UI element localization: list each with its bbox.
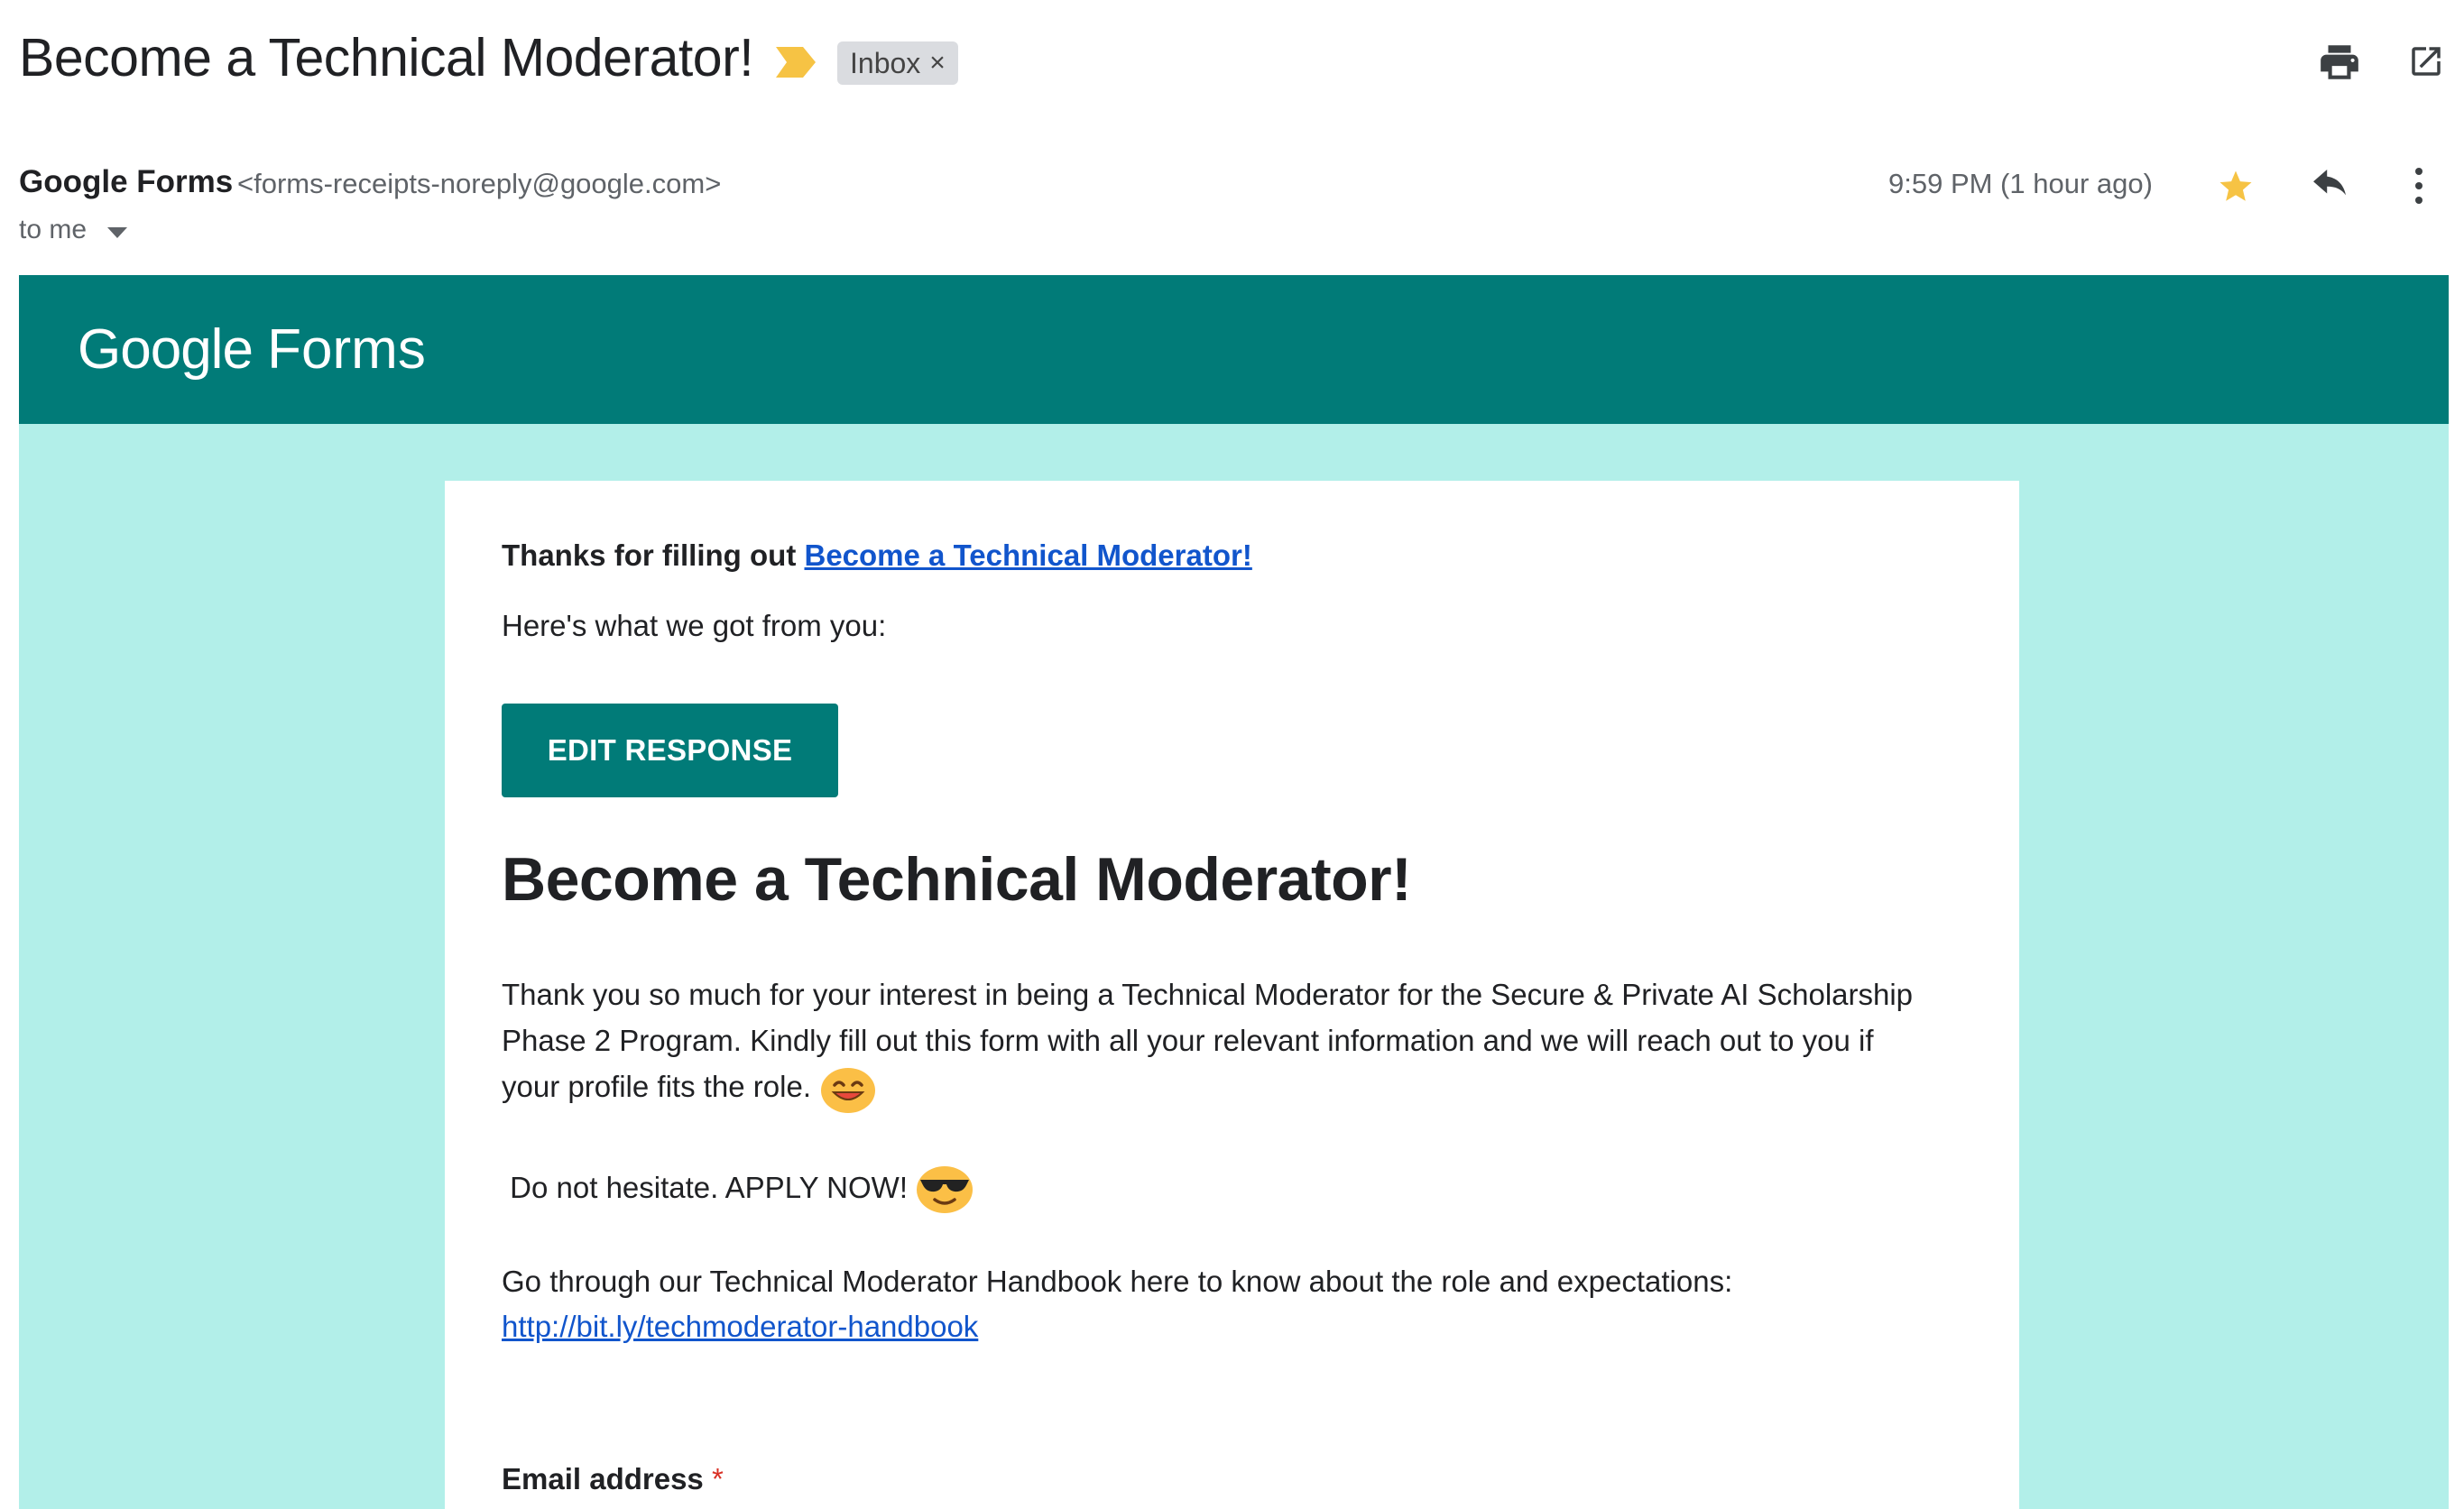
inbox-label-chip: Inbox × xyxy=(837,41,958,85)
remove-label-icon[interactable]: × xyxy=(929,50,946,77)
form-title-link[interactable]: Become a Technical Moderator! xyxy=(804,538,1251,572)
logo-google: Google xyxy=(78,318,254,381)
email-timestamp: 9:59 PM (1 hour ago) xyxy=(1888,168,2153,199)
email-subject: Become a Technical Moderator! xyxy=(19,28,754,87)
apply-text: Do not hesitate. APPLY NOW! xyxy=(502,1171,908,1204)
sender-email: <forms-receipts-noreply@google.com> xyxy=(237,168,722,199)
open-in-new-window-icon[interactable] xyxy=(2407,42,2445,80)
form-title: Become a Technical Moderator! xyxy=(502,845,1412,914)
recipient-details[interactable]: to me xyxy=(19,215,87,245)
thanks-prefix: Thanks for filling out xyxy=(502,538,805,572)
more-vertical-icon[interactable] xyxy=(2413,166,2425,206)
google-forms-logo: Google Forms xyxy=(78,317,426,382)
intro-text: Here's what we got from you: xyxy=(502,609,887,642)
thanks-line: Thanks for filling out Become a Technica… xyxy=(502,538,1252,573)
description-line: your profile fits the role. xyxy=(502,1070,811,1103)
email-address-question-label: Email address * xyxy=(502,1462,724,1496)
required-asterisk: * xyxy=(711,1462,724,1495)
sunglasses-face-emoji-icon xyxy=(917,1166,973,1213)
handbook-text: Go through our Technical Moderator Handb… xyxy=(502,1265,1733,1298)
question-title: Email address xyxy=(502,1462,704,1495)
grinning-face-emoji-icon xyxy=(821,1068,876,1114)
edit-response-button[interactable]: EDIT RESPONSE xyxy=(502,704,838,797)
description-line: Phase 2 Program. Kindly fill out this fo… xyxy=(502,1024,1874,1057)
description-line: Thank you so much for your interest in b… xyxy=(502,978,1914,1011)
description-line-with-emoji: your profile fits the role. xyxy=(502,1063,1981,1114)
star-icon[interactable] xyxy=(2216,168,2256,206)
handbook-link[interactable]: http://bit.ly/techmoderator-handbook xyxy=(502,1310,978,1344)
reply-icon[interactable] xyxy=(2310,170,2351,202)
logo-forms: Forms xyxy=(267,318,426,381)
apply-line: Do not hesitate. APPLY NOW! xyxy=(502,1162,974,1214)
inbox-label-text: Inbox xyxy=(850,46,921,79)
chevron-down-icon[interactable] xyxy=(107,227,127,238)
sender-name: Google Forms xyxy=(19,164,234,199)
form-description: Thank you so much for your interest in b… xyxy=(502,971,1981,1114)
importance-marker-icon[interactable] xyxy=(776,47,816,78)
print-icon[interactable] xyxy=(2317,40,2362,85)
